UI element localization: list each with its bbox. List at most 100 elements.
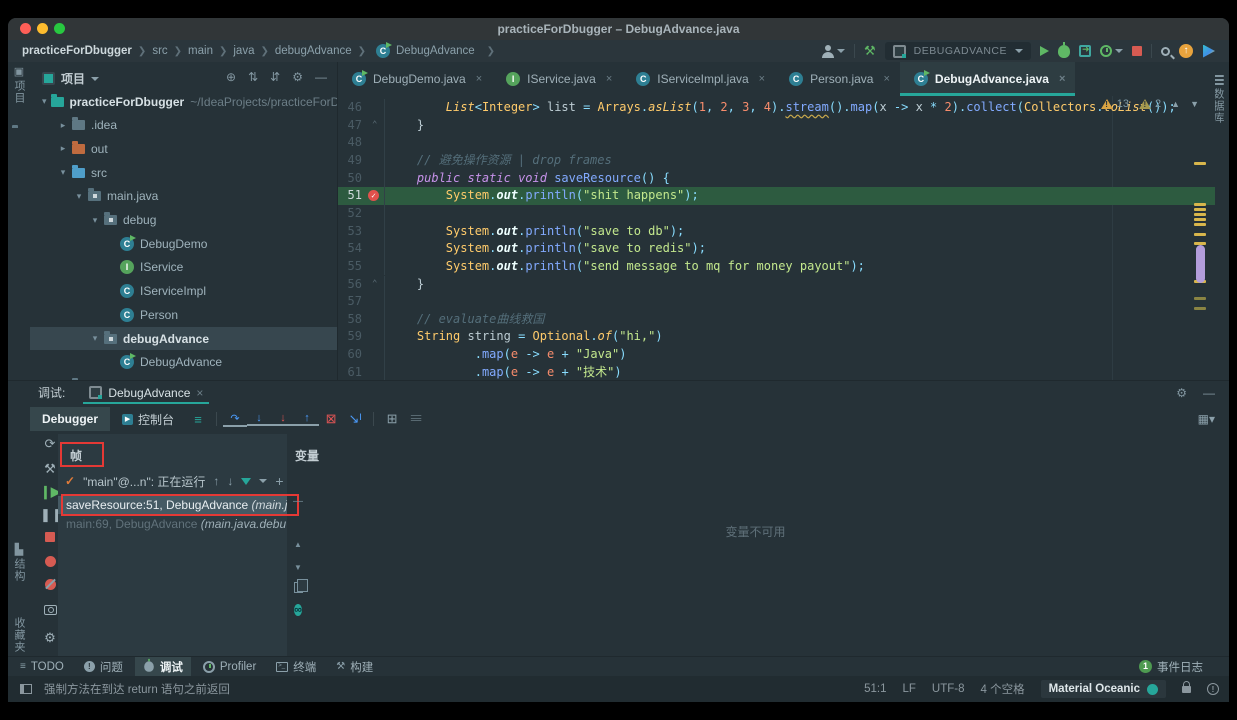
line-separator[interactable]: LF [902, 683, 915, 695]
force-step-into-icon[interactable]: ↓ [271, 412, 296, 426]
toolwindow-toggle-icon[interactable] [20, 684, 32, 694]
line-number[interactable]: 51 [338, 187, 362, 205]
tree-arrow-icon[interactable]: ▾ [42, 96, 47, 107]
layout-view-icon[interactable]: ≡ [186, 412, 210, 427]
next-problem-icon[interactable]: ▼ [1190, 99, 1199, 109]
tree-arrow-icon[interactable]: ▸ [58, 120, 68, 131]
stack-frame-row[interactable]: main:69, DebugAdvance (main.java.debu [58, 515, 287, 533]
tree-arrow-icon[interactable]: ▾ [58, 167, 68, 178]
line-number[interactable]: 57 [338, 293, 362, 311]
line-number[interactable]: 53 [338, 223, 362, 241]
tree-row[interactable]: ▸ .idea [30, 114, 337, 137]
stop-button[interactable] [1132, 46, 1142, 56]
code-line[interactable]: 59 String string = Optional.of("hi,") [338, 328, 1215, 347]
run-configuration-selector[interactable]: DEBUGADVANCE [884, 42, 1031, 60]
tree-arrow-icon[interactable]: ▸ [58, 143, 68, 154]
tree-row[interactable]: C DebugDemo [30, 232, 337, 255]
close-icon[interactable]: × [196, 386, 203, 400]
build-hammer-icon[interactable]: ⚒ [864, 43, 876, 59]
code-editor[interactable]: 46 List<Integer> list = Arrays.asList(1,… [338, 96, 1215, 380]
line-number[interactable]: 48 [338, 134, 362, 152]
toolwindow-button-调试[interactable]: 调试 [134, 656, 191, 677]
notifications-icon[interactable]: ! [1207, 683, 1219, 695]
add-icon[interactable]: + [275, 473, 283, 489]
toolwindow-button-终端[interactable]: >_ 终端 [268, 657, 324, 677]
code-line[interactable]: 53 System.out.println("save to db"); [338, 222, 1215, 241]
toolwindow-project-tab[interactable]: ▣ 项目 [11, 64, 27, 104]
line-number[interactable]: 49 [338, 152, 362, 170]
tree-row[interactable]: ▾ src [30, 161, 337, 184]
profiler-button[interactable] [1100, 45, 1123, 57]
coverage-button[interactable] [1079, 44, 1091, 57]
user-account-button[interactable] [822, 44, 846, 58]
hide-icon[interactable]: — [290, 496, 306, 507]
toolwindow-button-构建[interactable]: ⚒ 构建 [328, 657, 381, 677]
line-number[interactable]: 46 [338, 99, 362, 117]
close-icon[interactable]: × [1059, 73, 1065, 85]
breadcrumb-item[interactable]: main [188, 45, 213, 57]
evaluate-expression-icon[interactable]: ⊞ [380, 411, 404, 427]
indent-setting[interactable]: 4 个空格 [981, 681, 1025, 697]
toolwindow-button-todo[interactable]: ≡ TODO [12, 659, 72, 675]
breadcrumb-item[interactable]: java [233, 45, 254, 57]
tree-row[interactable]: C Person [30, 303, 337, 326]
tree-row[interactable]: ▾ debugAdvance [30, 327, 337, 350]
tree-arrow-icon[interactable]: ▾ [90, 333, 100, 344]
thread-dump-camera-icon[interactable] [40, 603, 60, 618]
locate-file-icon[interactable]: ⊕ [226, 70, 236, 84]
collapse-all-icon[interactable]: ⇵ [270, 70, 280, 84]
debug-session-tab[interactable]: DebugAdvance × [83, 381, 210, 404]
next-frame-icon[interactable]: ↓ [227, 474, 233, 488]
code-line[interactable]: 54 System.out.println("save to redis"); [338, 240, 1215, 258]
update-available-badge[interactable]: ↑ [1179, 44, 1193, 58]
editor-tab[interactable]: C DebugDemo.java × [338, 62, 492, 96]
code-line[interactable]: 55 System.out.println("send message to m… [338, 257, 1215, 276]
view-breakpoints-icon[interactable] [40, 555, 60, 570]
tree-row[interactable]: ▾ practiceForDbugger ~/IdeaProjects/practi… [30, 90, 337, 113]
breadcrumb-item[interactable]: practiceForDbugger [22, 45, 132, 57]
code-line[interactable]: 49 // 避免操作资源 | drop frames [338, 151, 1215, 170]
file-encoding[interactable]: UTF-8 [932, 683, 965, 695]
tree-row[interactable]: C IServiceImpl [30, 280, 337, 303]
breadcrumb-item[interactable]: src [152, 45, 167, 57]
pause-program-icon[interactable]: ❚❚ [40, 507, 63, 523]
hide-panel-icon[interactable]: — [1203, 386, 1215, 400]
theme-selector[interactable]: Material Oceanic [1040, 680, 1166, 698]
close-icon[interactable]: × [759, 73, 765, 85]
caret-position[interactable]: 51:1 [864, 683, 886, 695]
tree-row[interactable]: ▾ main.java [30, 185, 337, 208]
tree-row[interactable]: I IService [30, 256, 337, 279]
code-line[interactable]: 56 ⌃ } [338, 275, 1215, 294]
editor-tab[interactable]: I IService.java × [492, 62, 622, 96]
line-number[interactable]: 59 [338, 328, 362, 346]
line-number[interactable]: 52 [338, 205, 362, 223]
code-line[interactable]: 58 // evaluate曲线救国 [338, 310, 1215, 329]
search-everywhere-button[interactable] [1161, 46, 1170, 56]
editor-tab[interactable]: C DebugAdvance.java × [899, 62, 1076, 96]
close-icon[interactable]: × [476, 73, 482, 85]
code-line[interactable]: 48 [338, 134, 1215, 152]
code-line[interactable]: 47 ⌃ } [338, 116, 1215, 135]
hide-frames-filter-icon[interactable] [241, 477, 252, 485]
gear-icon[interactable]: ⚙ [292, 70, 303, 84]
view-options-icon[interactable]: 𝄘 [404, 411, 428, 427]
mute-breakpoints-icon[interactable] [40, 578, 60, 593]
editor-tab[interactable]: C IServiceImpl.java × [622, 62, 775, 96]
debug-settings-gear-icon[interactable]: ⚙ [40, 630, 60, 646]
prev-problem-icon[interactable]: ▲ [1171, 99, 1180, 109]
breadcrumb-item[interactable]: DebugAdvance [396, 45, 475, 57]
fold-marker-icon[interactable]: ⌃ [372, 276, 377, 294]
inspection-widget[interactable]: 13 2 ▲ ▼ [1100, 98, 1199, 110]
thread-selector[interactable]: ✓ "main"@...n": 正在运行 ↑ ↓ + [65, 471, 325, 491]
fold-marker-icon[interactable]: ⌃ [372, 117, 377, 135]
infinity-badge-icon[interactable]: ∞ [290, 603, 306, 618]
toolwindow-structure-tab[interactable]: ▙ 结构 [11, 542, 27, 582]
toolwindow-button-问题[interactable]: ! 问题 [76, 657, 131, 677]
line-number[interactable]: 55 [338, 258, 362, 276]
code-line[interactable]: 46 List<Integer> list = Arrays.asList(1,… [338, 99, 1215, 117]
resume-program-icon[interactable]: ❙▶ [40, 484, 61, 500]
wrench-settings-icon[interactable]: ⚒ [40, 461, 60, 477]
tree-row[interactable]: ▸ out [30, 137, 337, 160]
copy-stack-icon[interactable] [290, 579, 308, 596]
prev-frame-icon[interactable]: ↑ [213, 474, 219, 488]
